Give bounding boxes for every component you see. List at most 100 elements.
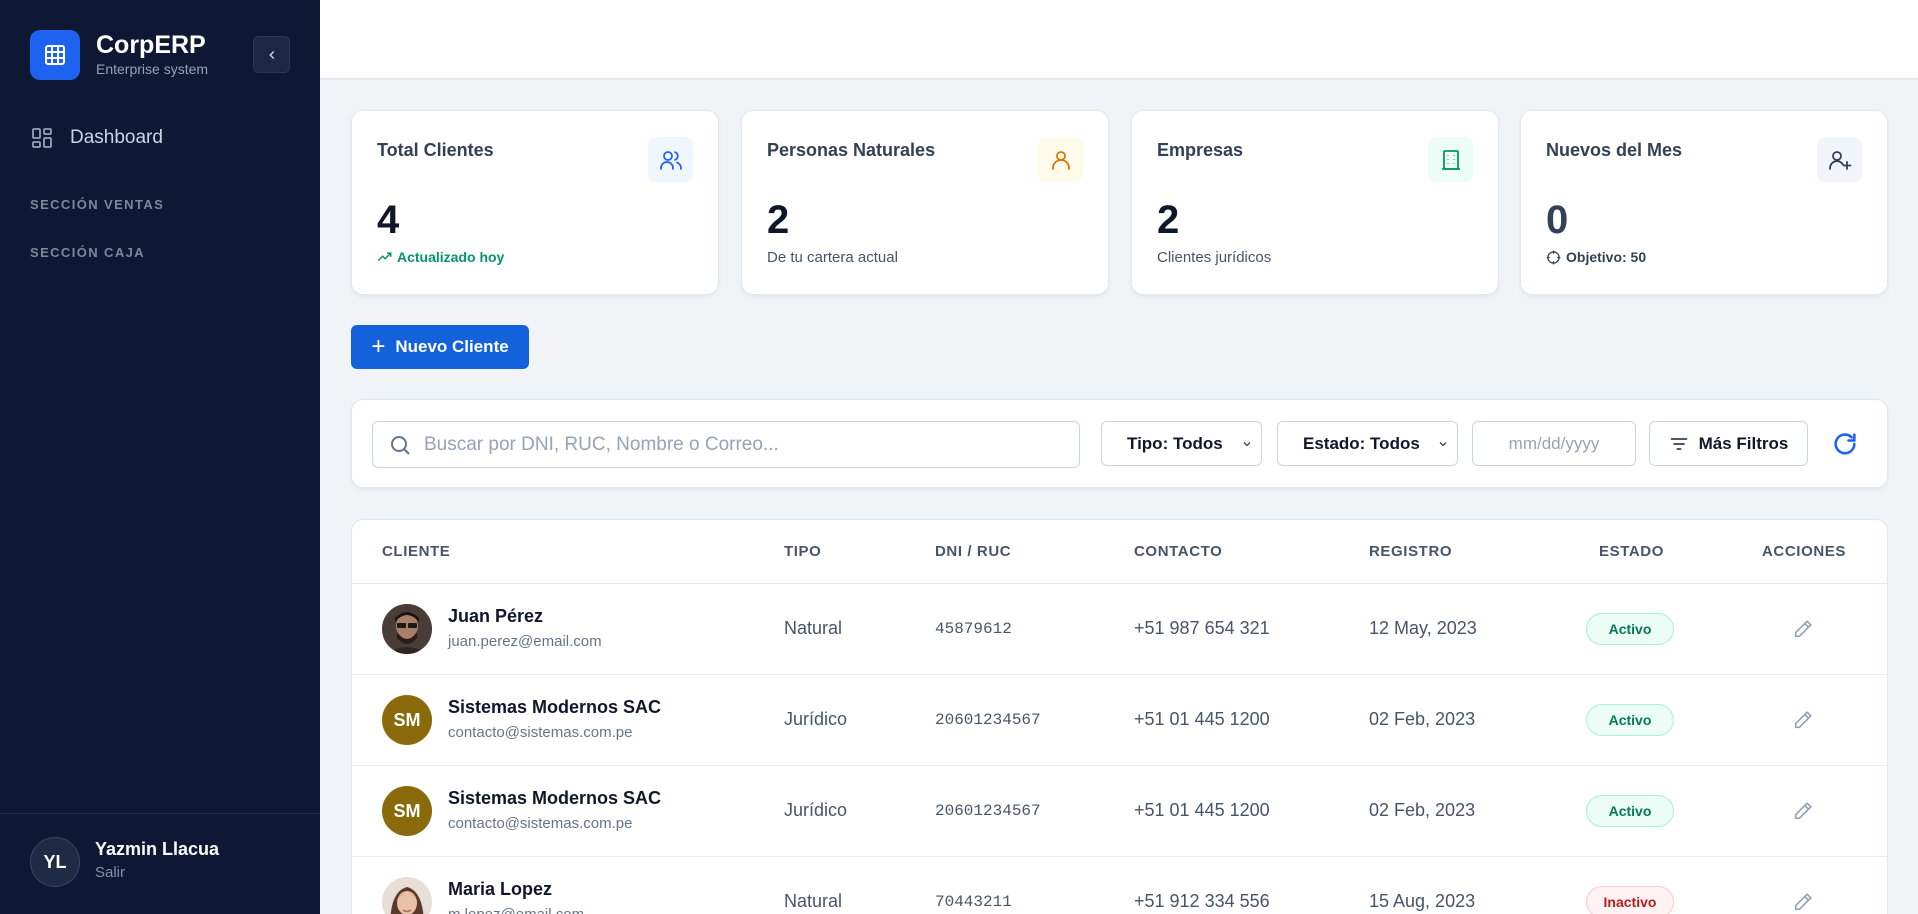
status-badge: Activo [1586,613,1674,645]
client-name[interactable]: Maria Lopez [448,879,552,900]
client-date: 02 Feb, 2023 [1369,800,1476,820]
avatar-initials: SM [382,786,432,836]
building-icon [1428,137,1473,182]
client-doc: 70443211 [935,893,1012,911]
stat-note: Actualizado hoy [377,249,504,265]
user-icon [1038,137,1083,182]
date-input[interactable]: mm/dd/yyyy [1472,421,1636,466]
client-date: 12 May, 2023 [1369,618,1477,638]
client-name[interactable]: Juan Pérez [448,606,543,627]
new-client-button[interactable]: + Nuevo Cliente [351,325,529,369]
user-panel: YL Yazmin Llacua Salir [0,813,320,914]
users-icon [648,137,693,182]
table-row[interactable]: SM Sistemas Modernos SAC contacto@sistem… [352,675,1887,766]
stat-note: De tu cartera actual [767,249,898,266]
stat-title: Nuevos del Mes [1546,140,1683,160]
brand-title: CorpERP [96,31,206,59]
tipo-select-value: Tipo: Todos [1127,433,1223,453]
client-name[interactable]: Sistemas Modernos SAC [448,788,661,809]
search-input[interactable] [424,433,1044,456]
tipo-select[interactable]: Tipo: Todos [1101,421,1262,466]
col-cliente[interactable]: CLIENTE [382,543,450,560]
stat-note-text: Actualizado hoy [397,249,505,265]
client-phone: +51 912 334 556 [1134,891,1270,911]
avatar-initials: SM [382,695,432,745]
brand[interactable]: CorpERP Enterprise system [30,30,208,80]
table-row[interactable]: Juan Pérez juan.perez@email.com Natural … [352,584,1887,675]
client-email: contacto@sistemas.com.pe [448,815,633,832]
table-row[interactable]: Maria Lopez m.lopez@email.com Natural 70… [352,857,1887,914]
logout-link[interactable]: Salir [95,864,125,881]
filter-lines-icon [1670,437,1687,450]
estado-select-value: Estado: Todos [1303,433,1420,453]
target-icon [1546,250,1561,264]
client-phone: +51 987 654 321 [1134,618,1270,638]
pencil-icon[interactable] [1792,891,1814,914]
client-doc: 20601234567 [935,802,1041,820]
search-box[interactable] [372,421,1080,468]
stat-title: Total Clientes [377,140,494,160]
table-row[interactable]: SM Sistemas Modernos SAC contacto@sistem… [352,766,1887,857]
trending-up-icon [377,251,392,261]
stat-title: Personas Naturales [767,140,936,160]
user-name: Yazmin Llacua [95,839,220,859]
grid-logo-icon [30,30,80,80]
client-type: Natural [784,891,843,911]
user-avatar[interactable]: YL [30,837,80,887]
dashboard-icon [32,128,52,148]
collapse-sidebar-button[interactable] [253,36,290,73]
stat-value: 0 [1546,198,1569,242]
refresh-icon[interactable] [1831,430,1859,463]
client-type: Natural [784,618,843,638]
brand-subtitle: Enterprise system [96,61,209,77]
plus-icon: + [371,333,386,360]
stat-note-text: Objetivo: 50 [1566,249,1647,265]
sidebar-item-label: Dashboard [70,127,163,148]
client-email: m.lopez@email.com [448,906,584,914]
client-email: juan.perez@email.com [448,633,602,650]
section-ventas[interactable]: SECCIÓN VENTAS [30,197,164,212]
section-caja[interactable]: SECCIÓN CAJA [30,245,145,260]
stat-note: Clientes jurídicos [1157,249,1272,266]
avatar-photo [382,604,432,654]
client-doc: 20601234567 [935,711,1041,729]
estado-select[interactable]: Estado: Todos [1277,421,1458,466]
stat-value: 4 [377,198,400,242]
pencil-icon[interactable] [1792,800,1814,827]
new-client-label: Nuevo Cliente [395,337,509,356]
col-registro[interactable]: REGISTRO [1369,543,1452,560]
user-plus-icon [1817,137,1862,182]
stat-card-naturales: Personas Naturales 2 De tu cartera actua… [741,110,1109,295]
stat-value: 2 [767,198,790,242]
more-filters-label: Más Filtros [1698,433,1789,453]
client-date: 15 Aug, 2023 [1369,891,1476,911]
stat-value: 2 [1157,198,1180,242]
avatar-photo [382,877,432,914]
top-header [320,0,1918,80]
pencil-icon[interactable] [1792,709,1814,736]
client-email: contacto@sistemas.com.pe [448,724,633,741]
sidebar: CorpERP Enterprise system Dashboard SECC… [0,0,320,914]
client-phone: +51 01 445 1200 [1134,800,1270,820]
col-tipo[interactable]: TIPO [784,543,821,560]
chevron-down-icon [1439,441,1447,446]
search-icon [391,435,410,455]
stat-card-nuevos: Nuevos del Mes 0 Objetivo: 50 [1520,110,1888,295]
client-phone: +51 01 445 1200 [1134,709,1270,729]
status-badge: Activo [1586,704,1674,736]
col-contacto[interactable]: CONTACTO [1134,543,1222,560]
sidebar-item-dashboard[interactable]: Dashboard [30,126,163,150]
status-badge: Activo [1586,795,1674,827]
col-acciones: ACCIONES [1762,543,1846,560]
chevron-down-icon [1243,441,1251,446]
col-doc[interactable]: DNI / RUC [935,543,1011,560]
client-type: Jurídico [784,709,848,729]
stat-title: Empresas [1157,140,1244,160]
client-name[interactable]: Sistemas Modernos SAC [448,697,661,718]
pencil-icon[interactable] [1792,618,1814,645]
stat-card-empresas: Empresas 2 Clientes jurídicos [1131,110,1499,295]
col-estado[interactable]: ESTADO [1599,543,1664,560]
more-filters-button[interactable]: Más Filtros [1649,421,1808,466]
client-doc: 45879612 [935,620,1012,638]
stat-card-total: Total Clientes 4 Actualizado hoy [351,110,719,295]
